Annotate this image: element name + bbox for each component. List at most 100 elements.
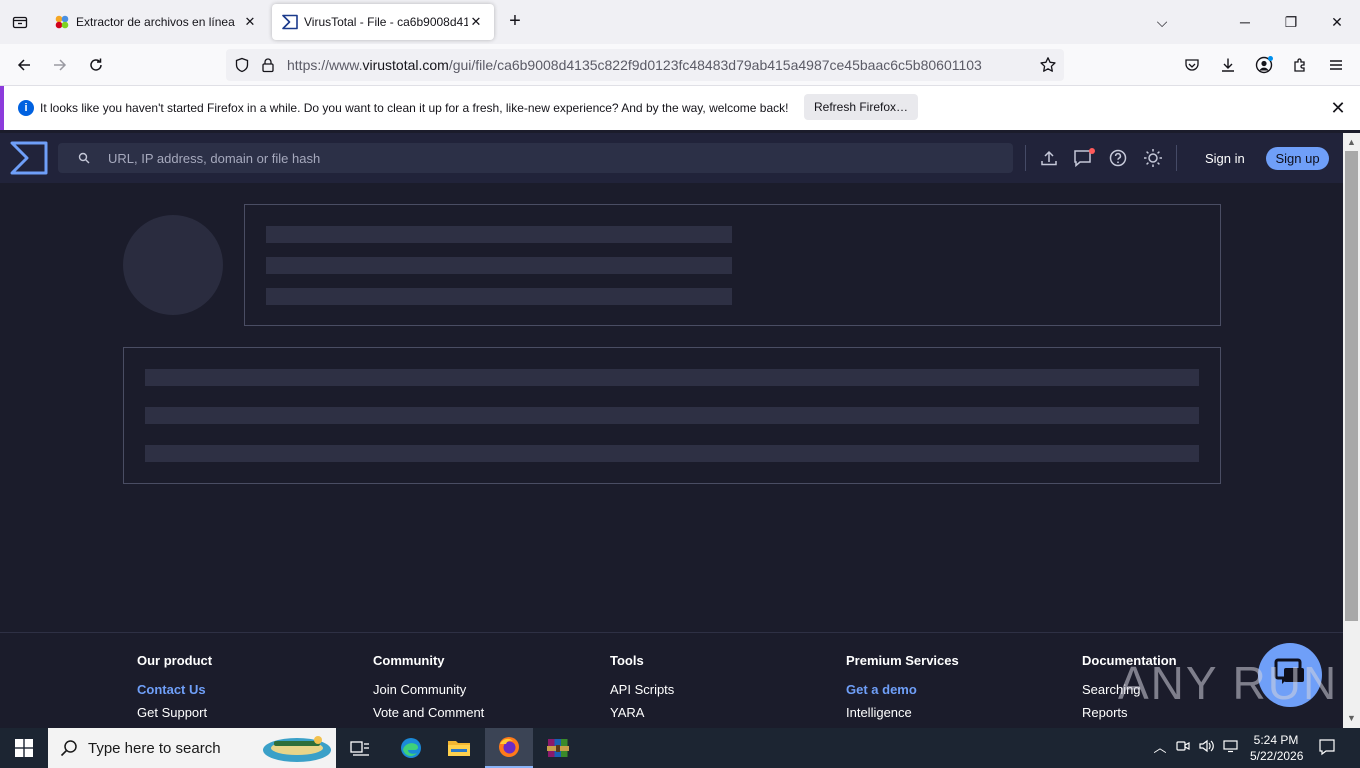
volume-icon[interactable] [1197, 738, 1217, 758]
footer-column-our-product: Our product Contact Us Get Support [137, 653, 212, 728]
meet-now-icon[interactable] [1173, 738, 1193, 758]
anyrun-watermark: ANY RUN [1118, 657, 1339, 709]
firefox-icon[interactable] [485, 728, 533, 768]
tab-extractor[interactable]: Extractor de archivos en línea ✕ [44, 4, 268, 40]
skeleton-line [266, 257, 732, 274]
firefox-refresh-notification: i It looks like you haven't started Fire… [0, 86, 1360, 130]
virustotal-logo-icon[interactable] [10, 141, 48, 175]
url-prefix: https://www. [287, 57, 363, 73]
bookmark-star-icon[interactable] [1039, 56, 1057, 77]
back-icon[interactable] [11, 52, 37, 78]
restore-icon[interactable]: ❐ [1279, 10, 1303, 34]
info-icon: i [18, 100, 34, 116]
skeleton-line [145, 369, 1199, 386]
close-window-icon[interactable]: ✕ [1325, 10, 1349, 34]
join-community-link[interactable]: Join Community [373, 682, 484, 697]
get-support-link[interactable]: Get Support [137, 705, 212, 720]
close-notification-icon[interactable]: ✕ [1326, 96, 1350, 120]
menu-icon[interactable] [1323, 52, 1349, 78]
footer-heading: Tools [610, 653, 644, 668]
forward-icon[interactable] [47, 52, 73, 78]
sign-in-link[interactable]: Sign in [1205, 151, 1245, 166]
account-icon[interactable] [1251, 52, 1277, 78]
file-summary-skeleton [244, 204, 1221, 326]
chevron-down-icon[interactable]: ⌵ [1150, 10, 1174, 34]
lock-icon[interactable] [260, 57, 276, 76]
footer-heading: Our product [137, 653, 213, 668]
clock-time: 5:24 PM [1253, 733, 1299, 747]
clock-date: 5/22/2026 [1250, 749, 1304, 763]
virustotal-page: URL, IP address, domain or file hash Sig… [0, 133, 1343, 728]
footer-column-community: Community Join Community Vote and Commen… [373, 653, 484, 728]
url-domain: virustotal.com [362, 57, 449, 73]
url-bar[interactable]: https://www.virustotal.com/gui/file/ca6b… [226, 49, 1064, 81]
search-icon [78, 152, 90, 167]
contact-us-link[interactable]: Contact Us [137, 682, 212, 697]
help-icon[interactable] [1108, 148, 1128, 168]
navigation-bar: https://www.virustotal.com/gui/file/ca6b… [0, 44, 1360, 86]
downloads-icon[interactable] [1215, 52, 1241, 78]
chevron-up-icon[interactable]: ︿ [1150, 738, 1170, 758]
yara-link[interactable]: YARA [610, 705, 674, 720]
tab-virustotal[interactable]: VirusTotal - File - ca6b9008d41 ✕ [272, 4, 494, 40]
windows-taskbar: Type here to search ︿ 5:24 PM 5/22/2026 [0, 728, 1360, 768]
edge-icon[interactable] [387, 728, 435, 768]
intelligence-link[interactable]: Intelligence [846, 705, 959, 720]
page-scrollbar[interactable]: ▲ ▼ [1343, 133, 1360, 728]
windows-start-icon[interactable] [0, 728, 48, 768]
file-details-skeleton [123, 347, 1221, 484]
search-placeholder: URL, IP address, domain or file hash [108, 151, 321, 166]
footer-heading: Premium Services [846, 653, 959, 668]
task-view-icon[interactable] [336, 728, 384, 768]
theme-sun-icon[interactable] [1143, 148, 1163, 168]
search-input[interactable]: URL, IP address, domain or file hash [58, 143, 1013, 173]
pocket-icon[interactable] [1179, 52, 1205, 78]
sign-up-button[interactable]: Sign up [1266, 147, 1329, 170]
scroll-down-icon[interactable]: ▼ [1347, 713, 1356, 723]
notification-message: It looks like you haven't started Firefo… [40, 101, 789, 115]
scrollbar-thumb[interactable] [1345, 151, 1358, 621]
footer-column-tools: Tools API Scripts YARA [610, 653, 674, 728]
vote-and-comment-link[interactable]: Vote and Comment [373, 705, 484, 720]
minimize-icon[interactable]: ─ [1233, 10, 1257, 34]
virustotal-favicon-icon [282, 14, 298, 30]
url-path: /gui/file/ca6b9008d4135c822f9d0123fc4848… [448, 57, 982, 73]
upload-icon[interactable] [1039, 148, 1059, 168]
skeleton-line [145, 445, 1199, 462]
header-divider [1025, 145, 1026, 171]
skeleton-line [266, 288, 732, 305]
new-tab-button[interactable]: + [504, 10, 526, 34]
skeleton-line [266, 226, 732, 243]
tab-title: Extractor de archivos en línea [76, 15, 235, 29]
system-clock[interactable]: 5:24 PM 5/22/2026 [1250, 732, 1304, 764]
get-a-demo-link[interactable]: Get a demo [846, 682, 959, 697]
taskbar-search-placeholder: Type here to search [88, 740, 221, 757]
close-tab-icon[interactable]: ✕ [242, 14, 258, 30]
shield-icon[interactable] [234, 57, 250, 76]
file-explorer-icon[interactable] [435, 728, 483, 768]
notification-center-icon[interactable] [1317, 738, 1337, 758]
search-highlight-icon [260, 732, 334, 767]
header-divider [1176, 145, 1177, 171]
tab-list-icon[interactable] [8, 10, 32, 34]
url-text[interactable]: https://www.virustotal.com/gui/file/ca6b… [287, 57, 982, 73]
extensions-icon[interactable] [1287, 52, 1313, 78]
winrar-icon[interactable] [534, 728, 582, 768]
taskbar-search-input[interactable]: Type here to search [48, 728, 336, 768]
extractor-favicon-icon [54, 14, 70, 30]
search-icon [60, 739, 78, 760]
api-scripts-link[interactable]: API Scripts [610, 682, 674, 697]
reload-icon[interactable] [83, 52, 109, 78]
notifications-icon[interactable] [1073, 148, 1095, 168]
vt-header: URL, IP address, domain or file hash Sig… [0, 133, 1343, 183]
tab-title: VirusTotal - File - ca6b9008d41 [304, 15, 468, 29]
close-tab-icon[interactable]: ✕ [468, 14, 484, 30]
tab-strip: Extractor de archivos en línea ✕ VirusTo… [0, 0, 1360, 44]
footer-column-premium-services: Premium Services Get a demo Intelligence [846, 653, 959, 728]
network-icon[interactable] [1221, 738, 1241, 758]
scroll-up-icon[interactable]: ▲ [1347, 137, 1356, 147]
skeleton-line [145, 407, 1199, 424]
refresh-firefox-button[interactable]: Refresh Firefox… [804, 94, 918, 120]
avatar-placeholder [123, 215, 223, 315]
footer-heading: Community [373, 653, 445, 668]
